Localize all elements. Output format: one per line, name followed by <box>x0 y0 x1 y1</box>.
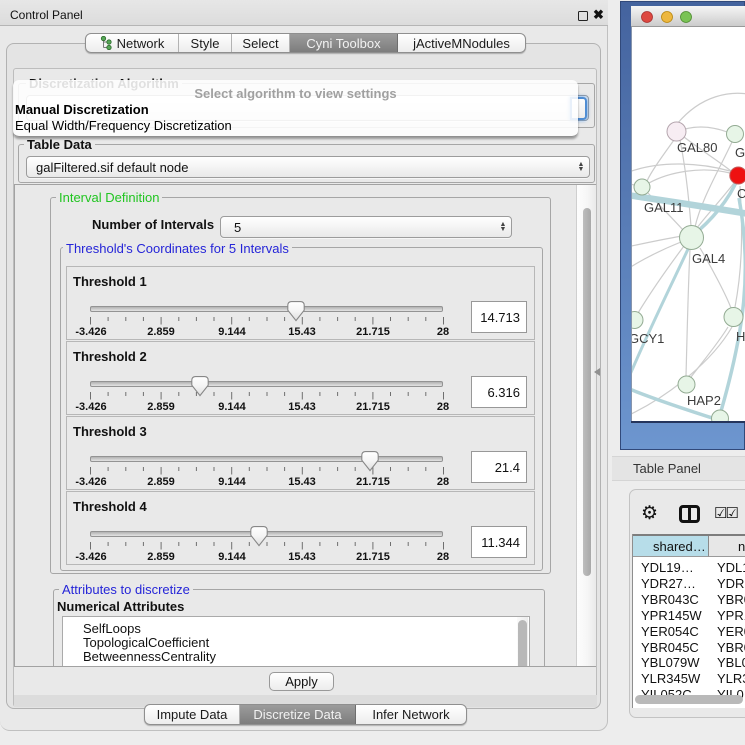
svg-text:GAL11: GAL11 <box>644 200 684 215</box>
svg-text:HAP2: HAP2 <box>687 393 721 408</box>
svg-text:GAL2: GAL2 <box>735 145 745 160</box>
svg-text:HAP1: HAP1 <box>736 329 745 344</box>
svg-text:GAL4: GAL4 <box>692 251 725 266</box>
svg-text:GAL80: GAL80 <box>677 140 717 155</box>
svg-text:GCY1: GCY1 <box>632 331 664 346</box>
svg-text:CYC8: CYC8 <box>737 186 745 201</box>
